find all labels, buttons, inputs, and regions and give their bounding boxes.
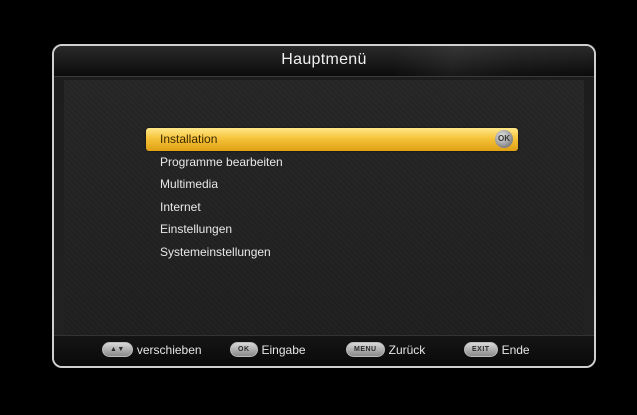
- hint-enter: OK Eingabe: [230, 342, 306, 357]
- ok-icon: OK: [495, 130, 513, 148]
- title-bar: Hauptmenü: [54, 46, 594, 77]
- exit-key-icon: EXIT: [464, 342, 498, 357]
- hint-label: Eingabe: [261, 342, 306, 357]
- hint-back: MENU Zurück: [346, 342, 425, 357]
- menu-item-label: Einstellungen: [160, 222, 233, 236]
- arrow-keys-icon: ▲▼: [102, 342, 133, 357]
- hint-exit: EXIT Ende: [464, 342, 530, 357]
- menu-item-systemeinstellungen[interactable]: Systemeinstellungen: [146, 241, 518, 264]
- menu-item-multimedia[interactable]: Multimedia: [146, 173, 518, 196]
- menu-item-programme-bearbeiten[interactable]: Programme bearbeiten: [146, 151, 518, 174]
- hint-label: verschieben: [136, 342, 202, 357]
- menu-key-icon: MENU: [346, 342, 385, 357]
- hint-label: Ende: [501, 342, 530, 357]
- menu-item-label: Systemeinstellungen: [160, 244, 271, 259]
- hint-move: ▲▼ verschieben: [102, 342, 202, 357]
- footer-hint-bar: ▲▼ verschieben OK Eingabe MENU Zurück EX…: [54, 335, 594, 366]
- window-title: Hauptmenü: [281, 51, 367, 68]
- menu-item-label: Programme bearbeiten: [160, 154, 283, 169]
- hint-label: Zurück: [388, 342, 426, 357]
- menu-item-label: Internet: [160, 199, 201, 214]
- menu-item-internet[interactable]: Internet: [146, 196, 518, 219]
- main-menu-list: Installation OK Programme bearbeiten Mul…: [146, 128, 518, 263]
- tv-screen: Hauptmenü Installation OK Programme bear…: [0, 0, 637, 415]
- menu-item-label: Installation: [160, 132, 218, 146]
- menu-item-installation[interactable]: Installation OK: [146, 128, 518, 151]
- ok-key-icon: OK: [230, 342, 258, 357]
- menu-panel: Installation OK Programme bearbeiten Mul…: [64, 80, 584, 336]
- main-menu-window: Hauptmenü Installation OK Programme bear…: [52, 44, 596, 368]
- menu-item-einstellungen[interactable]: Einstellungen: [146, 218, 518, 241]
- menu-item-label: Multimedia: [160, 177, 219, 191]
